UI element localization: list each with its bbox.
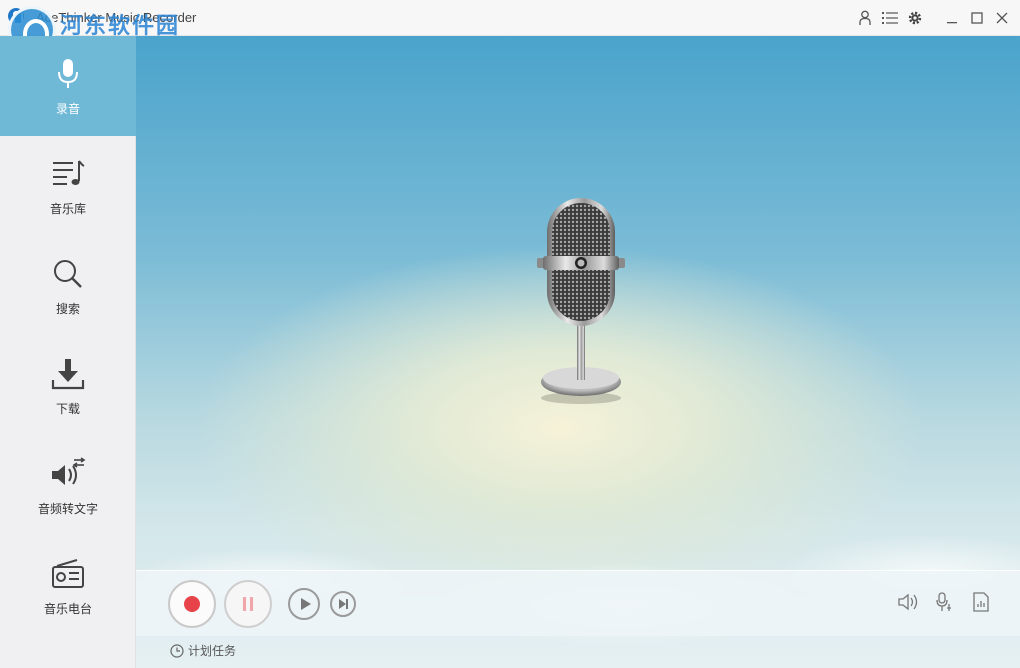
radio-icon	[50, 556, 86, 592]
search-icon	[50, 256, 86, 292]
music-library-icon	[50, 156, 86, 192]
pause-bar	[243, 597, 246, 611]
microphone-icon	[50, 56, 86, 92]
app-logo-icon	[8, 8, 24, 25]
settings-gear-icon[interactable]	[902, 0, 927, 36]
sidebar-item-music-library[interactable]: 音乐库	[0, 136, 136, 236]
clock-icon	[170, 643, 184, 658]
window-title: AceThinker Music Recorder	[36, 10, 197, 25]
speaker-icon[interactable]	[898, 591, 920, 613]
download-icon	[50, 356, 86, 392]
sidebar-item-search[interactable]: 搜索	[0, 236, 136, 336]
sidebar-item-label: 下载	[55, 402, 80, 416]
play-button[interactable]	[288, 588, 320, 620]
playback-control-bar	[136, 570, 1020, 636]
sidebar: 录音 音乐库 搜索 下载 音频转文字 音乐电台	[0, 36, 136, 668]
sidebar-item-label: 录音	[55, 102, 80, 116]
microphone-input-icon[interactable]	[934, 591, 956, 613]
sidebar-item-audio-to-text[interactable]: 音频转文字	[0, 436, 136, 536]
next-button[interactable]	[330, 591, 356, 617]
schedule-task-label: 计划任务	[188, 644, 237, 658]
maximize-icon[interactable]	[964, 0, 989, 36]
user-icon[interactable]	[852, 0, 877, 36]
record-button[interactable]	[168, 580, 216, 628]
recording-panel: 计划任务	[136, 36, 1020, 668]
microphone-illustration	[537, 198, 625, 404]
close-icon[interactable]	[989, 0, 1014, 36]
pause-button[interactable]	[224, 580, 272, 628]
sidebar-item-label: 音频转文字	[37, 502, 98, 516]
sidebar-item-label: 音乐电台	[43, 602, 92, 616]
sidebar-item-label: 音乐库	[49, 202, 86, 216]
sidebar-item-label: 搜索	[55, 302, 80, 316]
audio-to-text-icon	[50, 456, 86, 492]
menu-list-icon[interactable]	[877, 0, 902, 36]
title-bar: AceThinker Music Recorder 河东软件园 www.pc03…	[0, 0, 1020, 60]
sidebar-item-record[interactable]: 录音	[0, 36, 136, 136]
file-audio-icon[interactable]	[970, 591, 992, 613]
minimize-icon[interactable]	[939, 0, 964, 36]
cloud-background	[136, 456, 1020, 668]
audio-source-icons	[898, 591, 992, 613]
sidebar-item-download[interactable]: 下载	[0, 336, 136, 436]
schedule-task-link[interactable]: 计划任务	[170, 642, 236, 659]
title-controls	[852, 0, 1020, 36]
sidebar-item-radio[interactable]: 音乐电台	[0, 536, 136, 636]
pause-bar	[250, 597, 253, 611]
